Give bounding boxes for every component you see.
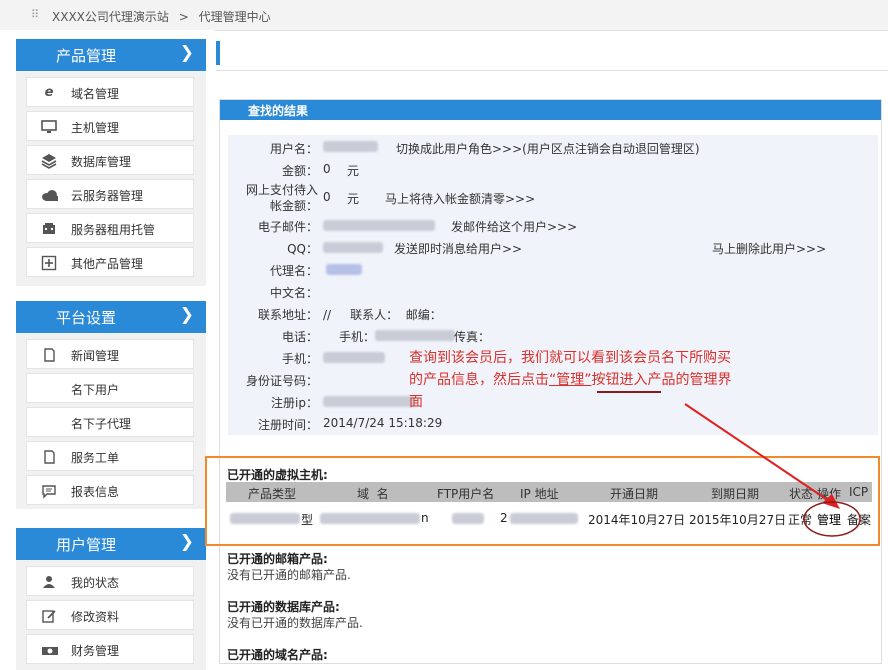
mailbox-section-title: 已开通的邮箱产品: [227,552,328,566]
database-section-title: 已开通的数据库产品: [227,600,340,614]
annotation-arrow [684,403,861,537]
domain-section-title: 已开通的域名产品: [227,648,328,662]
mailbox-empty-text: 没有已开通的邮箱产品. [227,568,351,582]
database-empty-text: 没有已开通的数据库产品. [227,616,363,630]
